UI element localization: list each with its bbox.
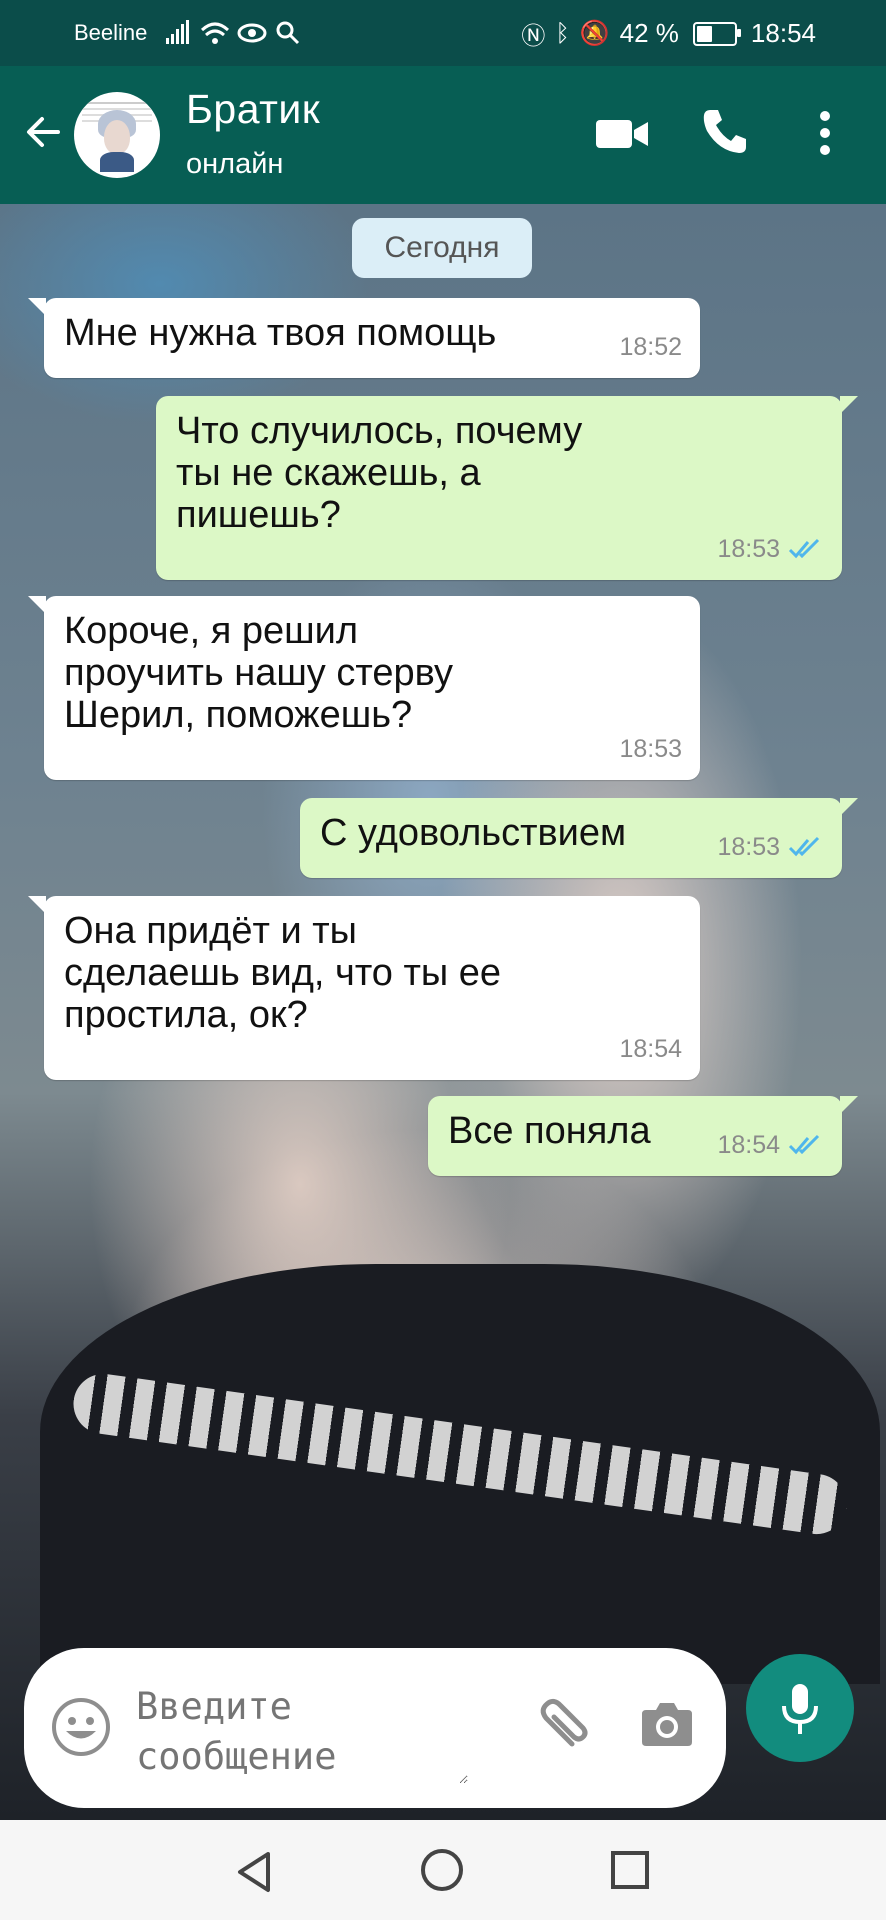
message-text: Что случилось, почему ты не скажешь, а п… (176, 410, 583, 536)
message-incoming[interactable]: Она придёт и ты сделаешь вид, что ты ее … (28, 896, 700, 1080)
mute-bell-icon: 🔕 (579, 20, 610, 47)
mic-button[interactable] (746, 1654, 854, 1762)
nav-home-icon[interactable] (418, 1846, 466, 1894)
message-time: 18:53 (717, 833, 780, 861)
message-text: Короче, я решил проучить нашу стерву Шер… (64, 610, 453, 736)
message-time: 18:53 (717, 535, 780, 563)
avatar[interactable] (74, 92, 160, 178)
read-ticks-icon (788, 538, 820, 559)
carrier-label: Beeline (74, 20, 148, 45)
battery-percent: 42 % (619, 18, 679, 48)
read-ticks-icon (788, 1134, 820, 1155)
message-incoming[interactable]: Короче, я решил проучить нашу стерву Шер… (28, 596, 700, 780)
message-outgoing[interactable]: С удовольствием 18:53 (300, 798, 858, 878)
date-chip: Сегодня (352, 218, 532, 278)
status-right: Ⓝ ᛒ 🔕 42 % 18:54 (521, 16, 816, 51)
nav-recent-icon[interactable] (610, 1850, 650, 1890)
message-outgoing[interactable]: Все поняла 18:54 (428, 1096, 858, 1176)
phone-icon[interactable] (700, 106, 748, 156)
camera-icon[interactable] (640, 1698, 694, 1752)
chat-area[interactable]: Сегодня Мне нужна твоя помощь 18:52 Что … (0, 204, 886, 1820)
attach-icon[interactable] (532, 1698, 592, 1754)
message-time: 18:53 (619, 735, 682, 763)
contact-name[interactable]: Братик (186, 86, 320, 133)
more-vert-icon[interactable] (816, 108, 834, 158)
nav-back-icon[interactable] (234, 1850, 274, 1894)
message-composer (24, 1648, 726, 1808)
status-bar: Beeline Ⓝ ᛒ 🔕 42 % 18:54 (0, 0, 886, 66)
message-outgoing[interactable]: Что случилось, почему ты не скажешь, а п… (156, 396, 858, 580)
message-text: Она придёт и ты сделаешь вид, что ты ее … (64, 910, 502, 1036)
message-input[interactable] (134, 1680, 468, 1784)
video-call-icon[interactable] (594, 114, 650, 154)
message-time: 18:54 (619, 1035, 682, 1063)
system-nav-bar (0, 1820, 886, 1920)
back-arrow-icon[interactable] (22, 110, 66, 154)
message-time: 18:52 (619, 333, 682, 361)
message-incoming[interactable]: Мне нужна твоя помощь 18:52 (28, 298, 700, 378)
battery-icon (692, 21, 741, 46)
signal-icon (166, 20, 300, 45)
eye-icon (237, 23, 267, 43)
mic-icon (782, 1684, 818, 1734)
message-time: 18:54 (717, 1131, 780, 1159)
nfc-icon: Ⓝ (521, 23, 546, 50)
search-icon (276, 21, 300, 45)
wifi-icon (200, 22, 230, 44)
chat-header: Братик онлайн (0, 66, 886, 204)
contact-status: онлайн (186, 148, 284, 180)
emoji-icon[interactable] (50, 1696, 112, 1758)
clock: 18:54 (750, 18, 816, 48)
message-text: Мне нужна твоя помощь (64, 312, 497, 354)
bluetooth-icon: ᛒ (555, 19, 570, 47)
read-ticks-icon (788, 836, 820, 857)
